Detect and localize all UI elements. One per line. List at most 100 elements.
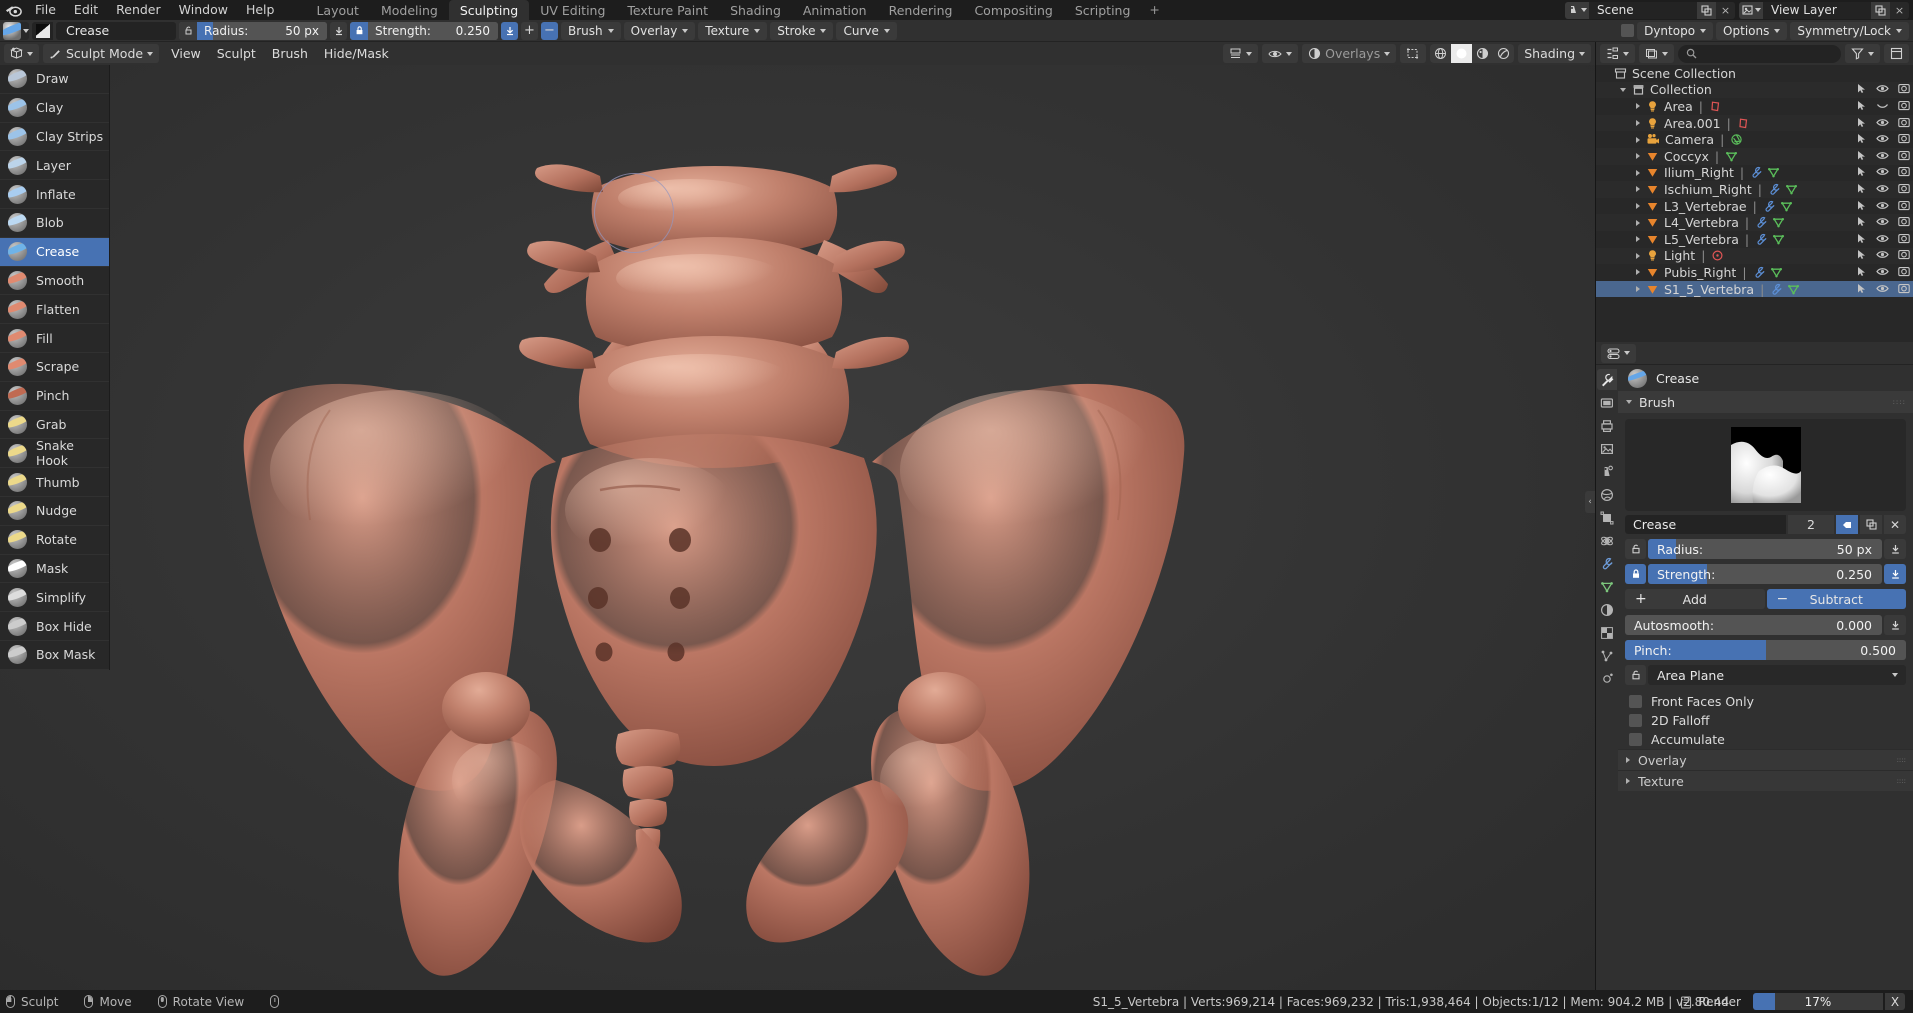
- outliner-search-input[interactable]: [1678, 44, 1841, 63]
- brush-add-button[interactable]: +: [521, 21, 538, 40]
- workspace-tab-scripting[interactable]: Scripting: [1064, 0, 1142, 20]
- panel-overlay[interactable]: Overlay::::: [1618, 749, 1913, 770]
- restrict-render-icon[interactable]: [1898, 265, 1910, 280]
- tool-flatten[interactable]: Flatten: [0, 295, 109, 325]
- scene-close-button[interactable]: ×: [1716, 1, 1735, 19]
- radius-keyframe-button[interactable]: [1884, 539, 1906, 559]
- restrict-select-icon[interactable]: [1856, 132, 1867, 147]
- restrict-render-icon[interactable]: [1898, 99, 1910, 114]
- restrict-select-icon[interactable]: [1856, 232, 1867, 247]
- autosmooth-keyframe-button[interactable]: [1884, 615, 1906, 635]
- disclosure-triangle-icon[interactable]: [1636, 136, 1640, 143]
- mesh-data-icon[interactable]: [1785, 183, 1798, 196]
- tool-inflate[interactable]: Inflate: [0, 180, 109, 209]
- restrict-select-icon[interactable]: [1856, 265, 1867, 280]
- checkbox-front-faces-only[interactable]: Front Faces Only: [1625, 692, 1906, 711]
- restrict-render-icon[interactable]: [1898, 116, 1910, 131]
- viewport-menu-brush[interactable]: Brush: [264, 44, 316, 63]
- checkbox-accumulate[interactable]: Accumulate: [1625, 730, 1906, 749]
- menu-edit[interactable]: Edit: [65, 0, 107, 20]
- menu-render[interactable]: Render: [107, 0, 170, 20]
- properties-scene-tab[interactable]: [1597, 461, 1617, 482]
- outliner-row-light[interactable]: Light |: [1596, 247, 1913, 265]
- strength-unified-lock-icon[interactable]: [1625, 564, 1646, 584]
- mesh-data-icon[interactable]: [1767, 166, 1780, 179]
- restrict-select-icon[interactable]: [1856, 116, 1867, 131]
- direction-toggle-group[interactable]: + Add − Subtract: [1625, 589, 1906, 609]
- checkbox-box[interactable]: [1629, 733, 1642, 746]
- menu-file[interactable]: File: [26, 0, 65, 20]
- disclosure-triangle-icon[interactable]: [1636, 236, 1640, 243]
- restrict-select-icon[interactable]: [1856, 282, 1867, 297]
- shading-rendered-button[interactable]: [1493, 44, 1514, 63]
- restrict-view-icon[interactable]: [1876, 265, 1889, 280]
- shading-mode-group[interactable]: [1430, 44, 1515, 63]
- tool-rotate[interactable]: Rotate: [0, 526, 109, 555]
- properties-world-tab[interactable]: [1597, 484, 1617, 505]
- restrict-render-icon[interactable]: [1898, 282, 1910, 297]
- tool-clay[interactable]: Clay: [0, 94, 109, 123]
- direction-subtract-button[interactable]: − Subtract: [1766, 589, 1906, 609]
- disclosure-triangle-icon[interactable]: [1636, 186, 1640, 193]
- workspace-tab-shading[interactable]: Shading: [719, 0, 792, 20]
- viewport-sidebar-toggle[interactable]: ‹: [1585, 490, 1595, 513]
- restrict-render-icon[interactable]: [1898, 149, 1910, 164]
- properties-particles-tab[interactable]: [1597, 645, 1617, 666]
- radius-animate-button[interactable]: [330, 21, 347, 40]
- checkbox-2d-falloff[interactable]: 2D Falloff: [1625, 711, 1906, 730]
- viewport-menu-sculpt[interactable]: Sculpt: [209, 44, 264, 63]
- view-layer-name[interactable]: View Layer: [1763, 1, 1871, 19]
- light-data-icon[interactable]: [1737, 117, 1750, 130]
- pinch-slider[interactable]: Pinch: 0.500: [1625, 640, 1906, 660]
- properties-editor-type-button[interactable]: [1601, 343, 1636, 363]
- workspace-tab-texture-paint[interactable]: Texture Paint: [616, 0, 719, 20]
- blender-logo-icon[interactable]: [0, 0, 26, 20]
- sculpt-plane-dropdown[interactable]: Area Plane: [1648, 665, 1906, 685]
- restrict-render-icon[interactable]: [1898, 248, 1910, 263]
- workspace-tab-animation[interactable]: Animation: [792, 0, 878, 20]
- popover-brush[interactable]: Brush: [561, 21, 621, 40]
- checkbox-box[interactable]: [1629, 714, 1642, 727]
- outliner-row-l5-vertebra[interactable]: L5_Vertebra |: [1596, 231, 1913, 248]
- view-layer-selector[interactable]: View Layer ×: [1739, 1, 1909, 19]
- restrict-view-icon[interactable]: [1876, 165, 1889, 180]
- disclosure-triangle-icon[interactable]: [1636, 252, 1640, 259]
- popover-dyntopo[interactable]: Dyntopo: [1637, 21, 1714, 40]
- properties-view-layer-tab[interactable]: [1597, 438, 1617, 459]
- tool-box-mask[interactable]: Box Mask: [0, 641, 109, 670]
- restrict-view-icon[interactable]: [1876, 282, 1889, 297]
- strength-animate-button[interactable]: [501, 21, 518, 40]
- tool-pinch[interactable]: Pinch: [0, 382, 109, 411]
- tool-draw[interactable]: Draw: [0, 65, 109, 94]
- outliner-row-area-001[interactable]: Area.001 |: [1596, 114, 1913, 132]
- modifier-icon[interactable]: [1753, 266, 1766, 279]
- outliner-row-l4-vertebra[interactable]: L4_Vertebra |: [1596, 214, 1913, 231]
- tool-box-hide[interactable]: Box Hide: [0, 612, 109, 641]
- pinch-track[interactable]: Pinch: 0.500: [1625, 640, 1906, 660]
- outliner-display-mode-button[interactable]: [1639, 44, 1674, 63]
- 3d-viewport[interactable]: Draw Clay Clay Strips Layer Inflate Blob Creas…: [0, 65, 1595, 990]
- tool-thumb[interactable]: Thumb: [0, 468, 109, 497]
- outliner-filter-button[interactable]: [1845, 44, 1880, 63]
- popover-texture[interactable]: Texture: [698, 21, 768, 40]
- modifier-icon[interactable]: [1755, 233, 1768, 246]
- brush-datablock-name[interactable]: Crease: [1625, 515, 1786, 534]
- properties-tool-tab[interactable]: [1597, 369, 1617, 390]
- outliner-row-area[interactable]: Area |: [1596, 98, 1913, 115]
- properties-object-tab[interactable]: [1597, 507, 1617, 528]
- restrict-view-icon[interactable]: [1876, 116, 1889, 131]
- mesh-data-icon[interactable]: [1780, 200, 1793, 213]
- strength-track[interactable]: Strength: 0.250: [1648, 564, 1882, 584]
- popover-stroke[interactable]: Stroke: [770, 21, 834, 40]
- properties-data-tab[interactable]: [1597, 576, 1617, 597]
- tool-settings-mode-icon[interactable]: [3, 21, 29, 40]
- outliner-row-ischium-right[interactable]: Ischium_Right |: [1596, 181, 1913, 198]
- xray-toggle[interactable]: [1400, 44, 1427, 63]
- workspace-tab-sculpting[interactable]: Sculpting: [448, 0, 530, 20]
- brush-users-count[interactable]: 2: [1788, 515, 1834, 534]
- outliner-editor-type-button[interactable]: [1600, 44, 1635, 63]
- shading-popover[interactable]: Shading: [1518, 44, 1591, 63]
- tool-blob[interactable]: Blob: [0, 209, 109, 238]
- restrict-select-icon[interactable]: [1856, 199, 1867, 214]
- disclosure-triangle-icon[interactable]: [1636, 286, 1640, 293]
